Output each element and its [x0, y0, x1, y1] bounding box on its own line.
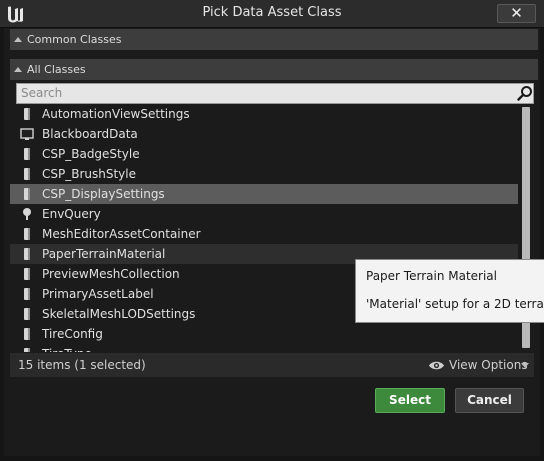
list-item-label: PreviewMeshCollection — [42, 267, 180, 281]
list-item-label: AutomationViewSettings — [42, 107, 190, 121]
search-icon[interactable] — [517, 85, 533, 101]
class-icon — [20, 167, 34, 181]
class-icon — [20, 327, 34, 341]
class-icon — [20, 107, 34, 121]
cancel-button[interactable]: Cancel — [455, 388, 524, 413]
all-classes-label: All Classes — [27, 63, 86, 76]
class-icon — [20, 267, 34, 281]
list-item[interactable]: TireType — [10, 344, 518, 352]
eye-icon[interactable] — [428, 360, 445, 371]
tooltip-title: Paper Terrain Material — [366, 269, 497, 283]
tooltip: Paper Terrain Material 'Material' setup … — [355, 259, 544, 323]
list-item[interactable]: CSP_DisplaySettings — [10, 184, 518, 204]
list-item-label: BlackboardData — [42, 127, 138, 141]
list-item[interactable]: MeshEditorAssetContainer — [10, 224, 518, 244]
common-classes-header[interactable]: Common Classes — [10, 29, 538, 50]
title-bar[interactable]: Pick Data Asset Class ✕ — [0, 0, 544, 28]
item-count: 15 items (1 selected) — [18, 358, 146, 372]
view-options-button[interactable]: View Options — [449, 358, 528, 372]
close-button[interactable]: ✕ — [497, 4, 536, 23]
class-icon — [20, 307, 34, 321]
list-item-label: CSP_DisplaySettings — [42, 187, 165, 201]
list-item-label: PaperTerrainMaterial — [42, 247, 166, 261]
list-item[interactable]: TireConfig — [10, 324, 518, 344]
env-query-icon — [20, 207, 34, 221]
class-icon — [20, 347, 34, 352]
close-icon: ✕ — [510, 4, 523, 22]
chevron-down-icon[interactable] — [521, 363, 529, 368]
search-input[interactable] — [21, 85, 501, 101]
class-icon — [20, 187, 34, 201]
class-icon — [20, 227, 34, 241]
list-item-label: CSP_BrushStyle — [42, 167, 137, 181]
list-item[interactable]: CSP_BadgeStyle — [10, 144, 518, 164]
list-item[interactable]: AutomationViewSettings — [10, 104, 518, 124]
class-icon — [20, 287, 34, 301]
list-item-label: PrimaryAssetLabel — [42, 287, 154, 301]
list-item-label: EnvQuery — [42, 207, 101, 221]
list-item-label: TireType — [42, 344, 92, 352]
list-item-label: MeshEditorAssetContainer — [42, 227, 201, 241]
list-item[interactable]: EnvQuery — [10, 204, 518, 224]
list-item[interactable]: CSP_BrushStyle — [10, 164, 518, 184]
all-classes-header[interactable]: All Classes — [10, 59, 538, 80]
list-item[interactable]: BlackboardData — [10, 124, 518, 144]
collapse-arrow-icon — [14, 37, 22, 42]
common-classes-label: Common Classes — [27, 33, 122, 46]
list-item-label: TireConfig — [42, 327, 103, 341]
list-item-label: SkeletalMeshLODSettings — [42, 307, 196, 321]
window-title: Pick Data Asset Class — [202, 5, 342, 20]
search-box[interactable] — [16, 83, 534, 104]
class-icon — [20, 147, 34, 161]
list-item-label: CSP_BadgeStyle — [42, 147, 140, 161]
tooltip-description: 'Material' setup for a 2D terrain spline — [366, 297, 544, 311]
blackboard-icon — [20, 127, 34, 141]
collapse-arrow-icon — [14, 67, 22, 72]
class-icon — [20, 247, 34, 261]
select-button[interactable]: Select — [375, 388, 445, 413]
